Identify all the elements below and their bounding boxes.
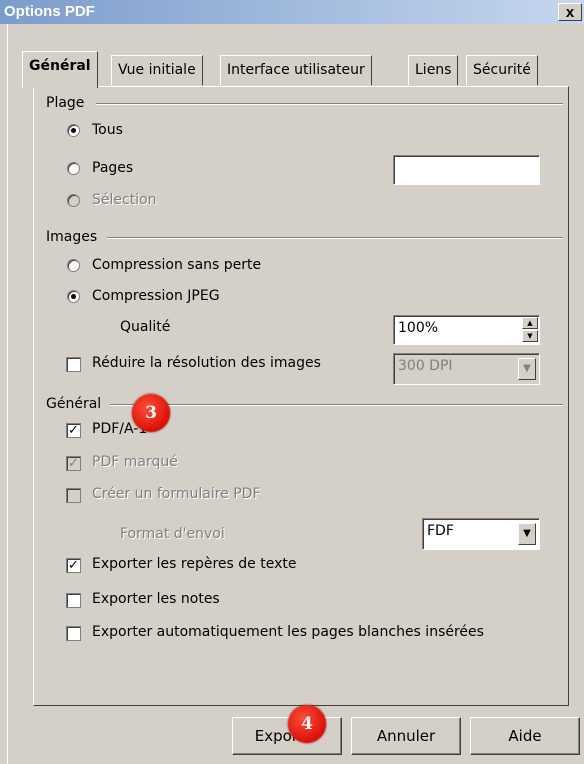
help-button[interactable]: Aide <box>470 717 580 755</box>
tab-vue-initiale[interactable]: Vue initiale <box>111 55 203 85</box>
reduce-resolution-label: Réduire la résolution des images <box>92 355 321 371</box>
title-bar: Options PDF x <box>0 0 584 24</box>
pdfa-checkbox[interactable]: ✓ <box>66 423 81 438</box>
radio-selection-label: Sélection <box>92 192 157 208</box>
radio-compression-sans-perte[interactable] <box>67 259 80 272</box>
radio-tous-label: Tous <box>92 122 123 138</box>
submit-format-label: Format d'envoi <box>120 526 225 542</box>
close-button[interactable]: x <box>558 3 582 21</box>
quality-label: Qualité <box>120 319 171 335</box>
radio-tous[interactable] <box>67 124 80 137</box>
images-title: Images <box>46 229 102 245</box>
reduce-resolution-checkbox[interactable] <box>66 357 81 372</box>
tab-liens[interactable]: Liens <box>408 55 459 85</box>
tab-securite[interactable]: Sécurité <box>466 55 538 85</box>
radio-selection[interactable] <box>67 194 80 207</box>
tagged-pdf-checkbox[interactable]: ✓ <box>66 456 81 471</box>
radio-compression-jpeg[interactable] <box>67 290 80 303</box>
tab-general[interactable]: Général <box>22 51 98 88</box>
tab-interface-utilisateur[interactable]: Interface utilisateur <box>220 55 372 85</box>
general-title: Général <box>46 396 106 412</box>
export-notes-label: Exporter les notes <box>92 591 220 607</box>
tagged-pdf-label: PDF marqué <box>92 454 178 470</box>
export-blank-pages-label: Exporter automatiquement les pages blanc… <box>92 624 484 640</box>
step-badge-3: 3 <box>132 394 170 432</box>
export-bookmarks-checkbox[interactable]: ✓ <box>66 558 81 573</box>
chevron-down-icon[interactable]: ▼ <box>518 523 536 545</box>
window-title: Options PDF <box>4 3 95 20</box>
chevron-down-icon[interactable]: ▼ <box>518 358 536 380</box>
create-form-label: Créer un formulaire PDF <box>92 486 261 502</box>
images-separator <box>107 237 563 239</box>
radio-compression-jpeg-label: Compression JPEG <box>92 288 220 304</box>
cancel-button[interactable]: Annuler <box>351 717 461 755</box>
export-bookmarks-label: Exporter les repères de texte <box>92 556 297 572</box>
export-notes-checkbox[interactable] <box>66 593 81 608</box>
plage-separator <box>96 103 563 105</box>
pages-input[interactable] <box>393 155 540 185</box>
radio-pages[interactable] <box>67 162 80 175</box>
window-left-edge <box>0 24 8 764</box>
plage-title: Plage <box>46 95 89 111</box>
general-separator <box>110 404 563 406</box>
step-badge-4: 4 <box>288 705 326 743</box>
create-form-checkbox[interactable] <box>66 488 81 503</box>
export-blank-pages-checkbox[interactable] <box>66 626 81 641</box>
radio-pages-label: Pages <box>92 160 134 176</box>
spin-up-icon[interactable]: ▲ <box>522 317 538 329</box>
radio-compression-sans-perte-label: Compression sans perte <box>92 257 262 273</box>
quality-spinbox[interactable]: 100% <box>393 315 540 345</box>
spin-down-icon[interactable]: ▼ <box>522 330 538 342</box>
